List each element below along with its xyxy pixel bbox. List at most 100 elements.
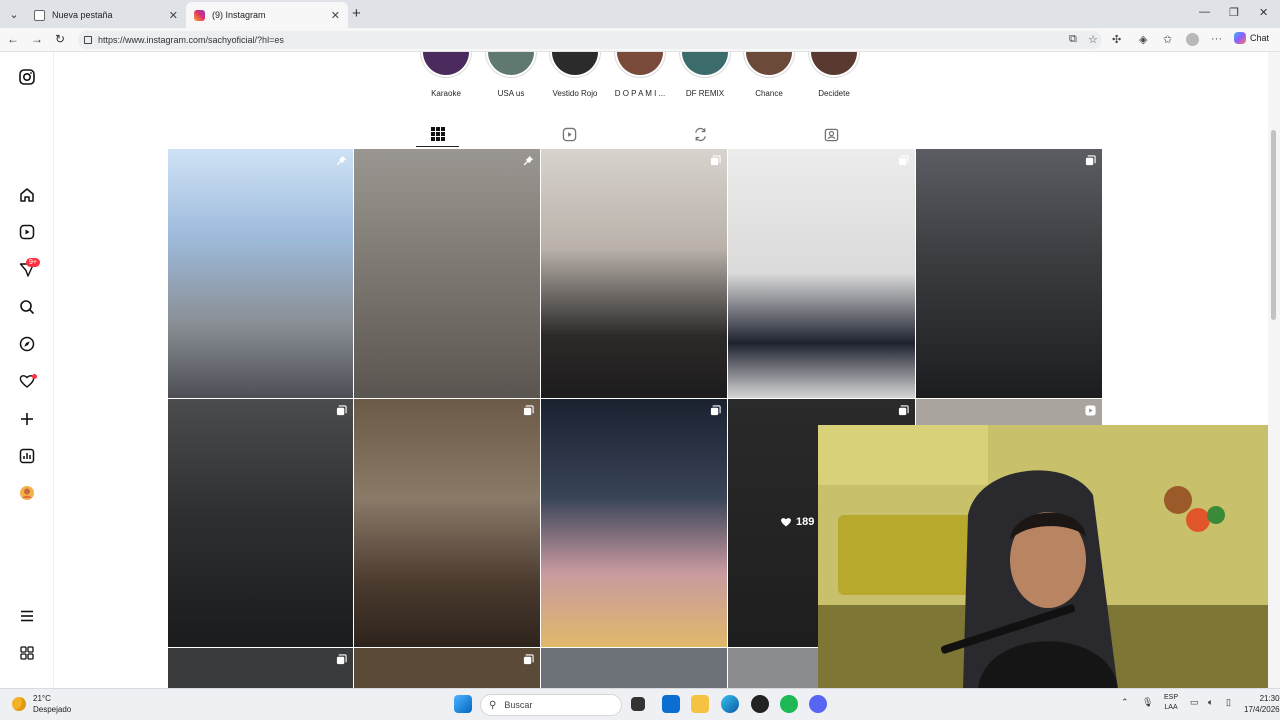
home-icon[interactable] (17, 185, 37, 205)
post-tile[interactable] (354, 399, 540, 647)
highlight-ring (614, 52, 666, 78)
weather-widget[interactable]: 21°C Despejado (12, 693, 71, 715)
dashboard-icon[interactable] (17, 446, 37, 466)
tab-actions-chevron-icon[interactable]: ⌄ (4, 4, 24, 24)
minimize-icon[interactable]: — (1199, 6, 1210, 18)
post-tile[interactable] (168, 399, 353, 647)
highlight-item[interactable]: Vestido Rojo (540, 52, 610, 98)
restore-icon[interactable]: ❐ (1229, 6, 1239, 19)
carousel-icon (710, 405, 721, 416)
weather-temperature: 21°C (33, 694, 51, 703)
create-plus-icon[interactable] (17, 409, 37, 429)
profile-avatar[interactable] (17, 483, 37, 503)
highlight-item[interactable]: Decidete (799, 52, 869, 98)
post-tile[interactable] (541, 149, 727, 398)
page-icon (34, 9, 45, 21)
site-info-icon[interactable] (84, 36, 92, 44)
tab-reels-icon[interactable] (559, 124, 579, 144)
post-tile[interactable] (168, 149, 353, 398)
search-icon[interactable] (17, 297, 37, 317)
highlight-cover (811, 52, 857, 75)
highlight-item[interactable]: DF REMIX (670, 52, 740, 98)
post-tile[interactable] (728, 149, 915, 398)
reels-icon[interactable] (17, 222, 37, 242)
url-input[interactable]: https://www.instagram.com/sachyoficial/?… (78, 31, 1102, 49)
instagram-logo-icon[interactable] (17, 67, 37, 87)
close-tab-icon[interactable]: ✕ (169, 9, 178, 22)
highlight-label: D O P A M I ... (614, 89, 666, 98)
app-available-icon[interactable]: ⧉ (1069, 33, 1077, 46)
windows-taskbar: 21°C Despejado ⚲ Buscar ⌃ 🎙︎ ESP LAA ▭ 🔈… (0, 688, 1280, 720)
notification-count-badge: 9+ (26, 258, 40, 267)
discord-icon[interactable] (809, 695, 827, 713)
highlight-ring (679, 52, 731, 78)
carousel-icon (523, 405, 534, 416)
back-arrow-icon[interactable]: ← (7, 32, 19, 46)
likes-count: 189 (796, 516, 815, 528)
copilot-chat-button[interactable]: Chat (1234, 32, 1269, 44)
browser-extension-icon[interactable]: ◈ (1139, 33, 1147, 46)
forward-arrow-icon[interactable]: → (31, 32, 43, 46)
post-tile[interactable] (916, 399, 1102, 425)
favorites-icon[interactable]: ✩ (1163, 33, 1172, 46)
language-code: ESP (1164, 694, 1179, 701)
post-tile[interactable] (541, 399, 727, 647)
tab-title: Nueva pestaña (52, 10, 113, 20)
taskbar-search[interactable]: ⚲ Buscar (480, 694, 622, 716)
start-windows-icon[interactable] (454, 695, 472, 713)
highlight-cover (746, 52, 792, 75)
tab-new-tab[interactable]: Nueva pestaña ✕ (26, 2, 186, 28)
highlight-item[interactable]: Karaoke (411, 52, 481, 98)
page-scrollbar[interactable] (1268, 52, 1280, 688)
task-view-icon[interactable] (631, 697, 645, 711)
post-likes-overlay: 189 (780, 516, 814, 528)
highlight-item[interactable]: Chance (734, 52, 804, 98)
post-tile[interactable] (541, 648, 727, 688)
post-tile[interactable] (168, 648, 353, 688)
highlight-item[interactable]: USA us (476, 52, 546, 98)
highlight-cover (488, 52, 534, 75)
url-text: https://www.instagram.com/sachyoficial/?… (98, 35, 284, 45)
obs-icon[interactable] (751, 695, 769, 713)
explore-compass-icon[interactable] (17, 334, 37, 354)
reel-icon (1085, 405, 1096, 416)
post-tile[interactable] (728, 648, 818, 688)
highlight-cover (682, 52, 728, 75)
battery-icon[interactable]: ▯ (1226, 697, 1231, 708)
tab-reposts-icon[interactable] (690, 124, 710, 144)
system-clock[interactable]: 21:30 17/4/2026 (1244, 693, 1280, 715)
extensions-icon[interactable]: ✣ (1112, 33, 1121, 46)
highlight-cover (552, 52, 598, 75)
search-icon: ⚲ (489, 699, 497, 711)
menu-hamburger-icon[interactable] (17, 606, 37, 626)
post-tile[interactable] (354, 648, 540, 688)
highlight-item[interactable]: D O P A M I ... (605, 52, 675, 98)
post-tile[interactable] (916, 149, 1102, 398)
tab-instagram[interactable]: (9) Instagram ✕ (186, 2, 348, 28)
microphone-icon[interactable]: 🎙︎ (1142, 697, 1153, 708)
also-from-meta-icon[interactable] (17, 643, 37, 663)
highlight-cover (617, 52, 663, 75)
close-tab-icon[interactable]: ✕ (331, 9, 340, 22)
more-options-icon[interactable]: ··· (1211, 33, 1222, 45)
post-tile[interactable] (354, 149, 540, 398)
show-hidden-icons-chevron-icon[interactable]: ⌃ (1121, 697, 1129, 708)
favorite-star-icon[interactable]: ☆ (1088, 33, 1098, 46)
reload-icon[interactable]: ↻ (55, 32, 65, 46)
store-icon[interactable] (662, 695, 680, 713)
browser-profile-avatar[interactable] (1186, 33, 1199, 46)
highlight-label: Vestido Rojo (552, 89, 598, 98)
tab-tagged-icon[interactable] (821, 124, 841, 144)
file-explorer-icon[interactable] (691, 695, 709, 713)
network-icon[interactable]: ▭ (1190, 697, 1199, 708)
carousel-icon (336, 654, 347, 665)
tab-posts-grid-icon[interactable] (428, 124, 448, 144)
language-indicator[interactable]: ESP LAA (1164, 693, 1178, 713)
volume-icon[interactable]: 🔈︎ (1208, 697, 1213, 708)
edge-browser-icon[interactable] (721, 695, 739, 713)
scrollbar-thumb[interactable] (1271, 130, 1276, 320)
spotify-icon[interactable] (780, 695, 798, 713)
browser-tab-bar: ⌄ Nueva pestaña ✕ (9) Instagram ✕ + — ❐ … (0, 0, 1280, 28)
new-tab-plus-icon[interactable]: + (352, 5, 361, 22)
close-window-icon[interactable]: ✕ (1259, 6, 1268, 19)
